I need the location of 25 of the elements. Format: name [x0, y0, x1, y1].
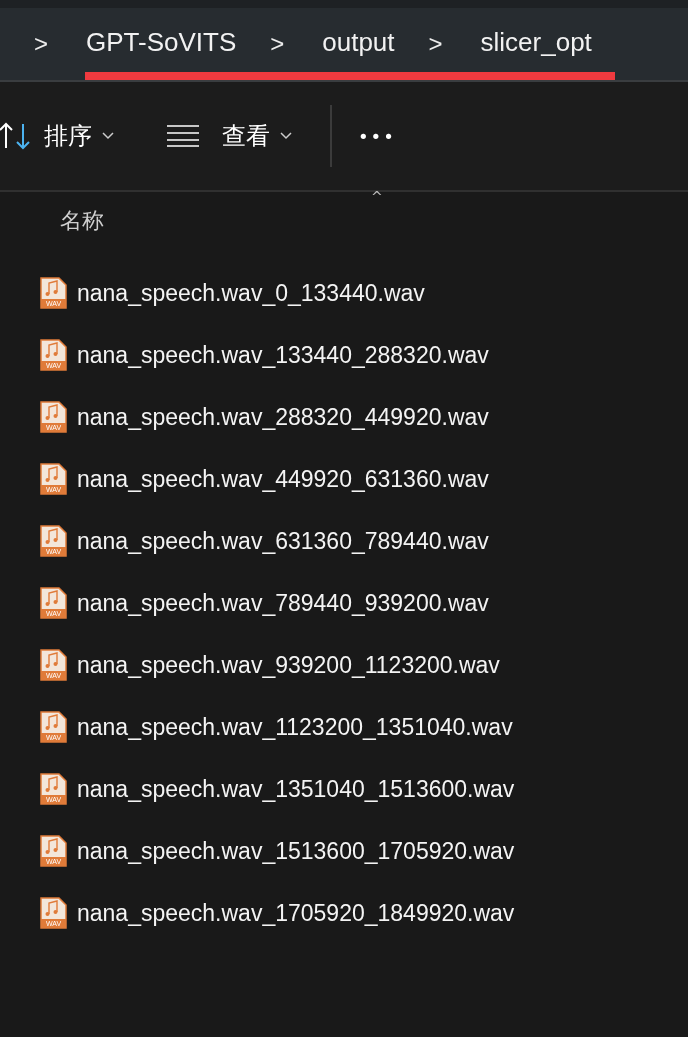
file-name[interactable]: nana_speech.wav_1351040_1513600.wav: [77, 775, 515, 803]
file-name[interactable]: nana_speech.wav_1705920_1849920.wav: [77, 899, 515, 927]
file-name[interactable]: nana_speech.wav_0_133440.wav: [77, 279, 425, 307]
file-name[interactable]: nana_speech.wav_939200_1123200.wav: [77, 651, 500, 679]
file-name[interactable]: nana_speech.wav_1123200_1351040.wav: [77, 713, 513, 741]
chevron-separator[interactable]: >: [30, 30, 86, 58]
chevron-separator[interactable]: >: [424, 30, 481, 58]
caret-icon: [102, 132, 114, 140]
view-button[interactable]: 查看: [166, 120, 292, 152]
file-name[interactable]: nana_speech.wav_449920_631360.wav: [77, 465, 489, 493]
caret-icon: [280, 132, 292, 140]
file-name[interactable]: nana_speech.wav_1513600_1705920.wav: [77, 837, 515, 865]
sort-button[interactable]: 排序: [0, 120, 114, 152]
column-header[interactable]: 名称: [60, 206, 104, 236]
file-name[interactable]: nana_speech.wav_631360_789440.wav: [77, 527, 489, 555]
file-name[interactable]: nana_speech.wav_133440_288320.wav: [77, 341, 489, 369]
lines-icon: [166, 125, 200, 147]
sort-indicator: ^: [371, 190, 383, 204]
breadcrumb-item[interactable]: output: [322, 26, 395, 62]
chevron-separator[interactable]: >: [266, 30, 323, 58]
breadcrumb-item[interactable]: GPT-SoVITS: [86, 26, 237, 62]
breadcrumb-item[interactable]: slicer_opt: [480, 26, 592, 62]
more-button[interactable]: •••: [358, 125, 396, 147]
file-name[interactable]: nana_speech.wav_789440_939200.wav: [77, 589, 489, 617]
file-name[interactable]: nana_speech.wav_288320_449920.wav: [77, 403, 489, 431]
